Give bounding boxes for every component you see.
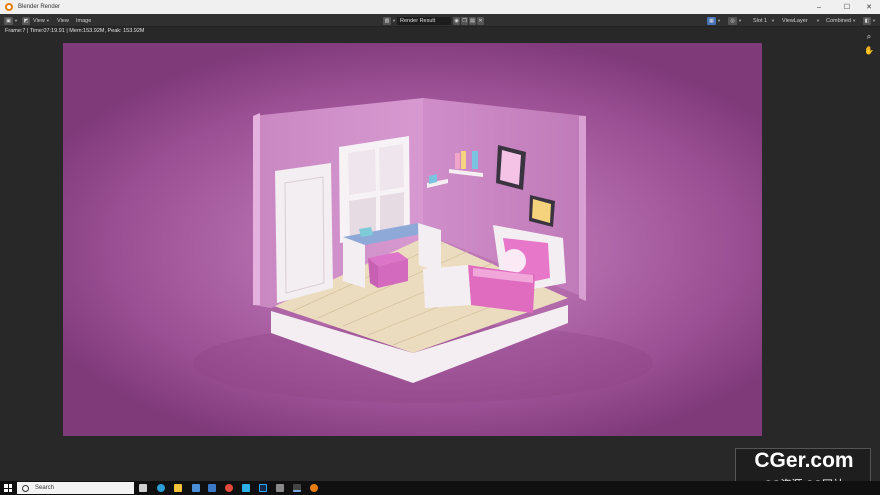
room-render-illustration [193, 98, 653, 403]
blender-logo-icon [5, 3, 13, 11]
photoshop-icon[interactable] [259, 484, 267, 492]
render-result-image [63, 43, 762, 436]
taskbar-search-box[interactable]: Search [17, 482, 134, 494]
chevron-down-icon: ▼ [717, 18, 721, 23]
mail-icon[interactable] [208, 484, 216, 492]
slot-dropdown[interactable]: Slot 1 ▼ [751, 17, 777, 25]
sidebar-icon: ◧ [863, 16, 871, 25]
image-browse-button[interactable]: ▨ ▼ [383, 16, 396, 25]
chevron-down-icon: ▼ [392, 18, 396, 23]
search-placeholder: Search [35, 485, 55, 491]
chrome-icon[interactable] [225, 484, 233, 492]
task-view-icon[interactable] [139, 484, 147, 492]
sidebar-toggle[interactable]: ◧ ▼ [863, 16, 876, 25]
image-name-field[interactable]: Render Result [397, 16, 451, 25]
chevron-down-icon: ▼ [738, 18, 742, 23]
close-button[interactable]: ✕ [858, 0, 880, 14]
active-app-icon[interactable] [293, 484, 301, 492]
chevron-down-icon: ▼ [14, 18, 18, 23]
edge-browser-icon[interactable] [157, 484, 165, 492]
chevron-down-icon: ▼ [816, 18, 820, 23]
photos-icon[interactable] [242, 484, 250, 492]
watermark-brand: CGer.com [754, 449, 854, 472]
slot-label: Slot 1 [753, 17, 768, 24]
render-status-text: Frame:7 | Time:07:19.91 | Mem:153.92M, P… [5, 28, 145, 34]
open-image-icon[interactable]: ▤ [469, 16, 476, 25]
zoom-icon[interactable]: ⌕ [864, 32, 874, 42]
image-editor-icon: ▣ [4, 16, 13, 25]
file-explorer-icon[interactable] [174, 484, 182, 492]
fake-user-icon[interactable]: ◉ [453, 16, 460, 25]
new-image-icon[interactable]: ❐ [461, 16, 468, 25]
chevron-down-icon: ▼ [872, 18, 876, 23]
image-icon: ▨ [383, 16, 391, 25]
window-title-bar: Blender Render – ☐ ✕ [0, 0, 880, 14]
windows-start-icon[interactable] [4, 484, 12, 492]
chevron-down-icon: ▼ [852, 18, 857, 23]
chevron-down-icon: ▼ [771, 18, 775, 23]
display-channels-selector[interactable]: ▦ ▼ [707, 16, 721, 25]
hand-pan-icon[interactable]: ✋ [864, 45, 874, 55]
render-pass-dropdown[interactable]: Combined ▼ [824, 17, 858, 25]
windows-taskbar: Search [0, 481, 880, 495]
view-layer-label: ViewLayer [782, 17, 808, 24]
view-layer-dropdown[interactable]: ViewLayer ▼ [780, 17, 822, 25]
overlay-icon: ◎ [728, 16, 737, 25]
image-editor-header: ▣ ▼ ◩ View ▼ View Image ▨ ▼ Render Resul… [0, 14, 880, 27]
editor-type-selector[interactable]: ▣ ▼ [4, 16, 18, 25]
render-pass-label: Combined [826, 17, 852, 24]
menu-image[interactable]: Image [76, 16, 91, 25]
maximize-button[interactable]: ☐ [836, 0, 858, 14]
display-channels-icon: ▦ [707, 16, 716, 25]
window-title: Blender Render [18, 4, 61, 10]
unlink-icon[interactable]: ✕ [477, 16, 484, 25]
view-mode-selector[interactable]: ◩ View ▼ [22, 16, 50, 25]
minimize-button[interactable]: – [808, 0, 830, 14]
overlay-selector[interactable]: ◎ ▼ [728, 16, 742, 25]
chevron-down-icon: ▼ [45, 18, 50, 23]
menu-view[interactable]: View [57, 16, 69, 25]
blender-taskbar-icon[interactable] [310, 484, 318, 492]
search-icon [22, 484, 29, 492]
app-icon[interactable] [276, 484, 284, 492]
view-mode-icon: ◩ [22, 16, 30, 25]
menu-view-label: View [33, 17, 45, 24]
store-icon[interactable] [192, 484, 200, 492]
